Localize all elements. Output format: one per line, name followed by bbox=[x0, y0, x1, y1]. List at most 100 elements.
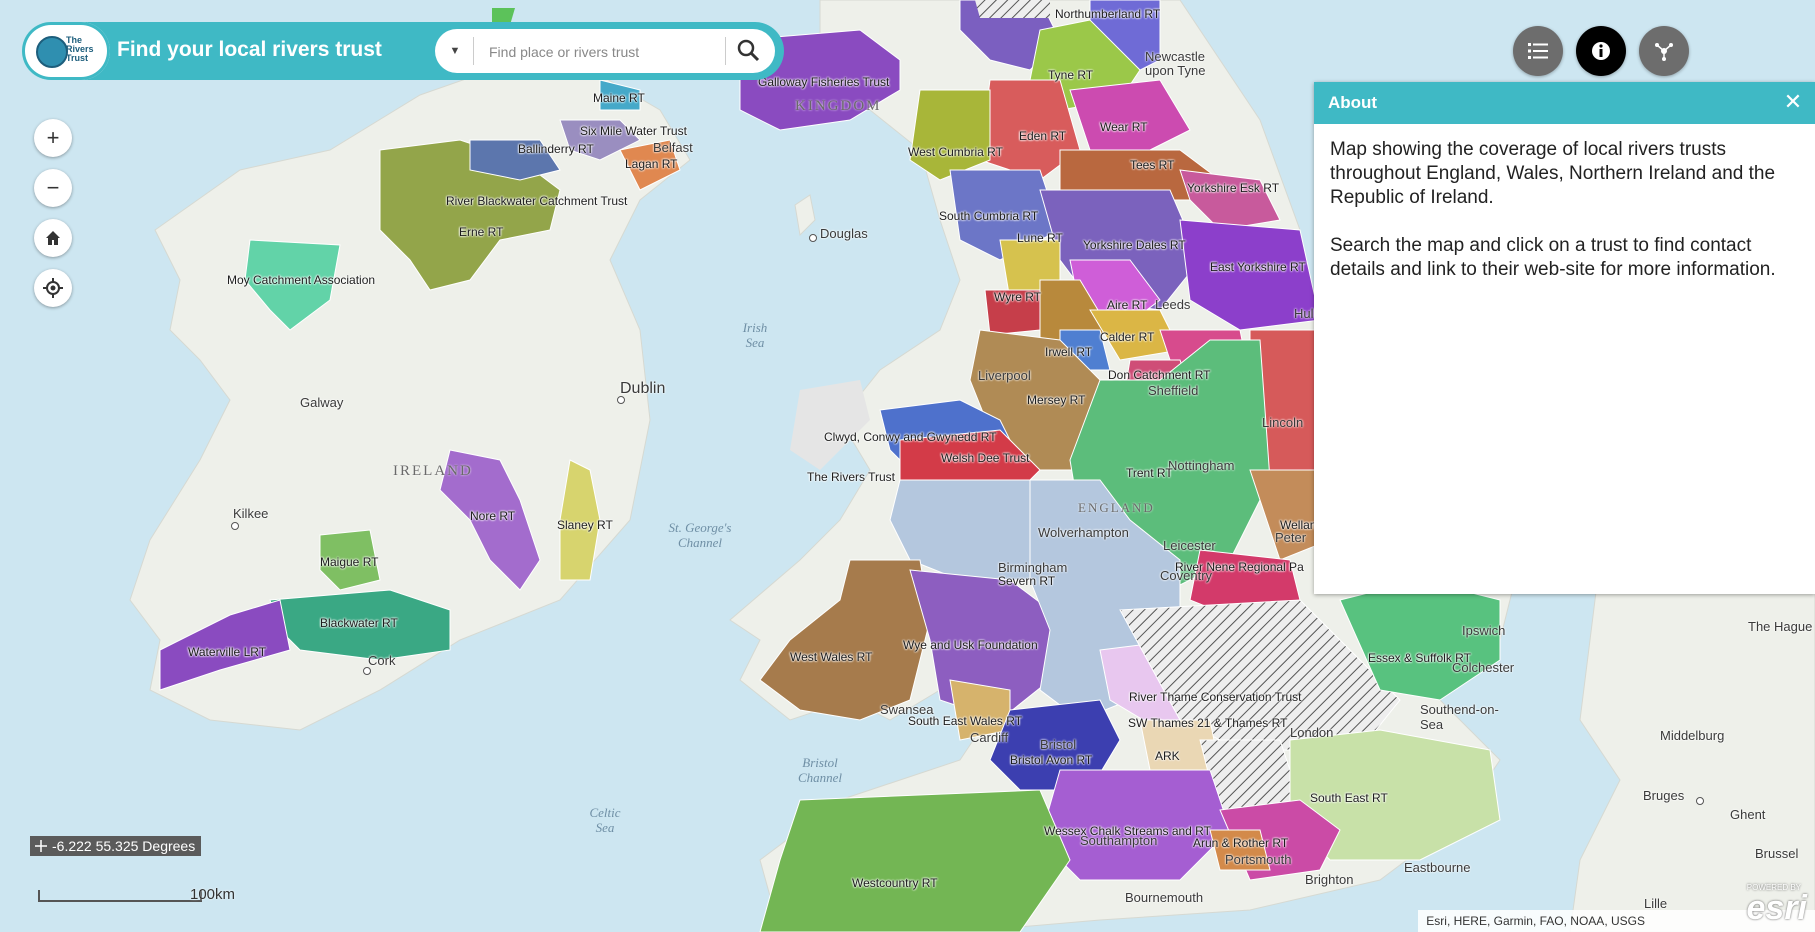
trust-label[interactable]: Tees RT bbox=[1130, 158, 1174, 172]
trust-label[interactable]: Aire RT bbox=[1107, 298, 1147, 312]
about-paragraph: Map showing the coverage of local rivers… bbox=[1330, 139, 1776, 208]
trust-label[interactable]: Erne RT bbox=[459, 225, 503, 239]
place-label: Portsmouth bbox=[1225, 852, 1292, 867]
country-label: IRELAND bbox=[393, 463, 473, 479]
chevron-down-icon[interactable]: ▼ bbox=[443, 39, 467, 63]
search-icon bbox=[737, 39, 760, 62]
sea-label: Irish Sea bbox=[742, 320, 768, 350]
trust-label[interactable]: Lune RT bbox=[1017, 231, 1063, 245]
place-label: Kilkee bbox=[233, 506, 269, 521]
trust-label[interactable]: Maigue RT bbox=[320, 555, 378, 569]
place-label: Leicester bbox=[1163, 538, 1216, 553]
zoom-out-button[interactable]: − bbox=[34, 169, 72, 207]
place-label: Cardiff bbox=[970, 730, 1009, 745]
place-label: Douglas bbox=[820, 226, 868, 241]
trust-label[interactable]: Wear RT bbox=[1100, 120, 1148, 134]
coordinate-readout[interactable]: -6.222 55.325 Degrees bbox=[30, 836, 202, 856]
home-icon bbox=[46, 231, 60, 245]
locate-button[interactable] bbox=[34, 269, 72, 307]
trust-label[interactable]: South East Wales RT bbox=[908, 714, 1022, 728]
trust-label[interactable]: Eden RT bbox=[1019, 129, 1066, 143]
layer-list-button[interactable] bbox=[1513, 26, 1563, 76]
trust-label[interactable]: East Yorkshire RT bbox=[1210, 260, 1306, 274]
place-label: London bbox=[1290, 725, 1334, 740]
trust-label[interactable]: Wye and Usk Foundation bbox=[903, 638, 1038, 652]
place-label: Bournemouth bbox=[1125, 890, 1204, 905]
trust-label[interactable]: Blackwater RT bbox=[320, 616, 398, 630]
trust-label[interactable]: Moy Catchment Association bbox=[227, 273, 375, 287]
place-label: Dublin bbox=[620, 380, 666, 397]
trust-label[interactable]: River Thame Conservation Trust bbox=[1129, 690, 1302, 704]
place-label: Bruges bbox=[1643, 788, 1685, 803]
place-label: Leeds bbox=[1155, 297, 1191, 312]
place-label: Newcastle upon Tyne bbox=[1145, 49, 1206, 78]
trust-label[interactable]: Welsh Dee Trust bbox=[941, 451, 1029, 465]
trust-label[interactable]: Wessex Chalk Streams and RT bbox=[1044, 824, 1211, 838]
trust-label[interactable]: SW Thames 21 & Thames RT bbox=[1128, 716, 1287, 730]
place-label: Southend-on-Sea bbox=[1420, 702, 1499, 732]
rivers-trust-logo[interactable]: The Rivers Trust bbox=[22, 22, 110, 80]
sea-label: St. George's Channel bbox=[668, 520, 732, 550]
trust-label[interactable]: Mersey RT bbox=[1027, 393, 1085, 407]
trust-label[interactable]: River Nene Regional Pa bbox=[1175, 560, 1304, 574]
place-label: Sheffield bbox=[1148, 383, 1199, 398]
trust-label[interactable]: Nore RT bbox=[470, 509, 515, 523]
trust-label[interactable]: Northumberland RT bbox=[1055, 7, 1160, 21]
trust-label[interactable]: Ballinderry RT bbox=[518, 142, 594, 156]
place-label: Nottingham bbox=[1168, 458, 1235, 473]
trust-label[interactable]: Trent RT bbox=[1126, 466, 1173, 480]
trust-label[interactable]: South East RT bbox=[1310, 791, 1388, 805]
trust-label[interactable]: Irwell RT bbox=[1045, 345, 1092, 359]
about-panel-title: About bbox=[1328, 93, 1378, 112]
close-icon[interactable]: ✕ bbox=[1781, 90, 1805, 114]
trust-label[interactable]: West Wales RT bbox=[790, 650, 872, 664]
trust-label[interactable]: Calder RT bbox=[1100, 330, 1154, 344]
search-input[interactable] bbox=[487, 39, 701, 65]
share-icon bbox=[1655, 43, 1673, 61]
zoom-in-button[interactable]: + bbox=[34, 119, 72, 157]
trust-label[interactable]: Clwyd, Conwy and Gwynedd RT bbox=[824, 430, 997, 444]
trust-label[interactable]: Lagan RT bbox=[625, 157, 677, 171]
trust-label[interactable]: River Blackwater Catchment Trust bbox=[446, 194, 627, 208]
trust-label[interactable]: South Cumbria RT bbox=[939, 209, 1038, 223]
trust-label[interactable]: Wyre RT bbox=[994, 290, 1041, 304]
search-button[interactable] bbox=[735, 37, 765, 65]
logo-icon bbox=[36, 36, 68, 68]
scale-label: 100km bbox=[190, 886, 236, 903]
place-label: Birmingham bbox=[998, 560, 1068, 575]
trust-label[interactable]: Tyne RT bbox=[1048, 68, 1093, 82]
trust-label[interactable]: Arun & Rother RT bbox=[1193, 836, 1288, 850]
trust-label[interactable]: The Rivers Trust bbox=[807, 470, 895, 484]
trust-label[interactable]: ARK bbox=[1155, 749, 1180, 763]
place-label: Bristol bbox=[1040, 737, 1077, 752]
about-panel: About ✕ Map showing the coverage of loca… bbox=[1314, 82, 1815, 594]
trust-label[interactable]: Severn RT bbox=[998, 574, 1055, 588]
place-label: Liverpool bbox=[978, 368, 1031, 383]
about-button[interactable] bbox=[1576, 26, 1626, 76]
trust-label[interactable]: Yorkshire Esk RT bbox=[1187, 181, 1279, 195]
place-label: Ghent bbox=[1730, 807, 1766, 822]
place-label: Eastbourne bbox=[1404, 860, 1471, 875]
crosshair-icon bbox=[35, 840, 47, 852]
trust-label[interactable]: Essex & Suffolk RT bbox=[1368, 651, 1471, 665]
city-dot bbox=[809, 234, 817, 242]
place-label: Wolverhampton bbox=[1038, 525, 1129, 540]
trust-label[interactable]: Bristol Avon RT bbox=[1010, 753, 1092, 767]
trust-label[interactable]: Yorkshire Dales RT bbox=[1083, 238, 1186, 252]
trust-label[interactable]: West Cumbria RT bbox=[908, 145, 1003, 159]
trust-label[interactable]: Don Catchment RT bbox=[1108, 368, 1211, 382]
place-label: Cork bbox=[368, 653, 396, 668]
esri-logo[interactable]: esri bbox=[1747, 889, 1808, 928]
trust-label[interactable]: Galloway Fisheries Trust bbox=[758, 75, 889, 89]
trust-label[interactable]: Waterville LRT bbox=[188, 645, 266, 659]
home-button[interactable] bbox=[34, 219, 72, 257]
trust-label[interactable]: Westcountry RT bbox=[852, 876, 938, 890]
search-box: ▼ bbox=[435, 29, 775, 73]
place-label: Peter bbox=[1275, 530, 1307, 545]
share-button[interactable] bbox=[1639, 26, 1689, 76]
trust-label[interactable]: Slaney RT bbox=[557, 518, 613, 532]
place-label: Lille bbox=[1644, 896, 1668, 911]
trust-label[interactable]: Maine RT bbox=[593, 91, 645, 105]
logo-text: The Rivers Trust bbox=[66, 35, 94, 63]
trust-label[interactable]: Six Mile Water Trust bbox=[580, 124, 687, 138]
